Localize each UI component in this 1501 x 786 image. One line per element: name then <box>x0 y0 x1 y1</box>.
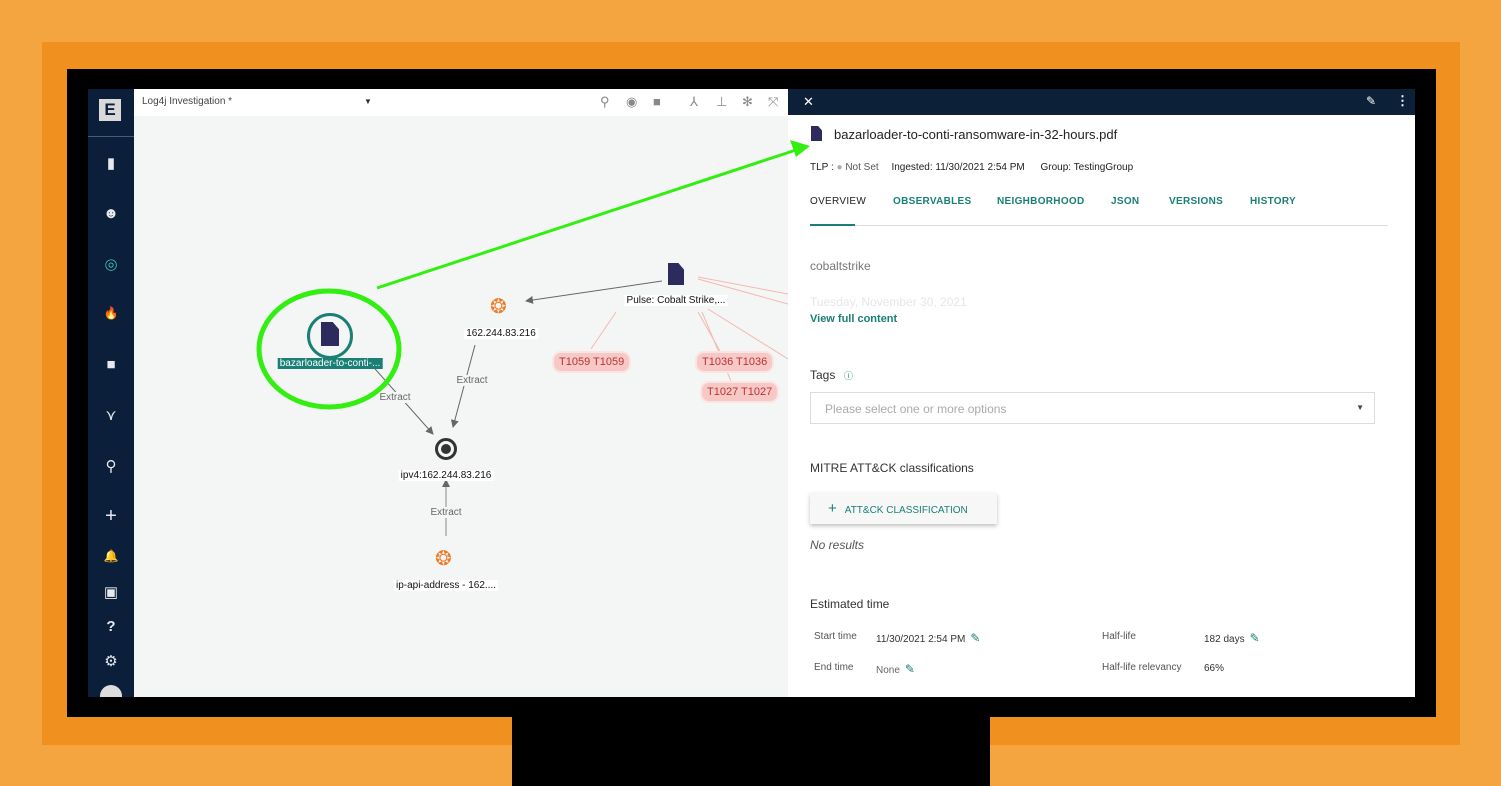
highlight-circle <box>256 288 402 410</box>
arrow-head-icon <box>790 140 810 157</box>
annotation-overlay <box>256 140 810 410</box>
annotation-arrow <box>376 148 797 290</box>
